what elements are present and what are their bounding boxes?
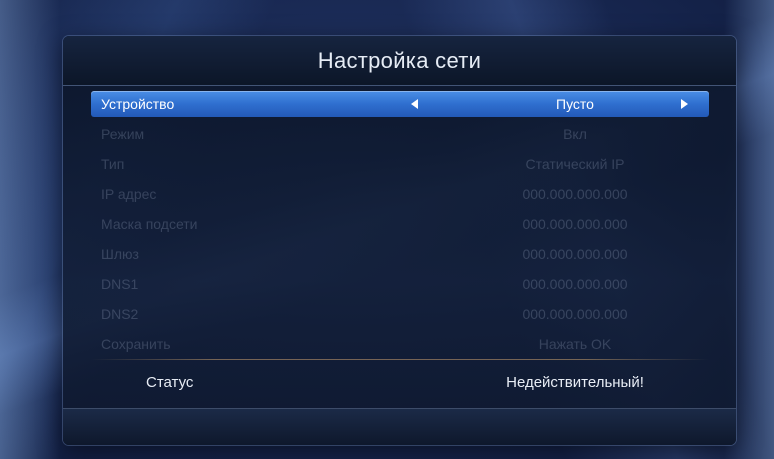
status-label: Статус xyxy=(146,374,194,391)
arrow-right-icon[interactable] xyxy=(681,99,688,109)
background-light-left xyxy=(0,0,60,459)
divider xyxy=(91,359,709,360)
setting-row-gateway[interactable]: Шлюз 000.000.000.000 xyxy=(91,241,709,267)
setting-value: 000.000.000.000 xyxy=(522,216,628,232)
setting-label: Режим xyxy=(101,126,145,142)
setting-row-mode[interactable]: Режим Вкл xyxy=(91,121,709,147)
status-value: Недействительный! xyxy=(506,374,644,391)
setting-row-dns1[interactable]: DNS1 000.000.000.000 xyxy=(91,271,709,297)
dialog-title: Настройка сети xyxy=(317,47,482,73)
setting-label: Шлюз xyxy=(101,246,139,262)
setting-value: 000.000.000.000 xyxy=(522,276,628,292)
setting-row-type[interactable]: Тип Статический IP xyxy=(91,151,709,177)
setting-value: Вкл xyxy=(563,126,587,142)
setting-row-ip-address[interactable]: IP адрес 000.000.000.000 xyxy=(91,181,709,207)
setting-row-subnet-mask[interactable]: Маска подсети 000.000.000.000 xyxy=(91,211,709,237)
dialog-bottom-bar xyxy=(63,408,736,445)
setting-value: Нажать OK xyxy=(538,336,612,352)
settings-list: Устройство Пусто Режим Вкл Тип Статическ… xyxy=(91,91,709,361)
setting-value: 000.000.000.000 xyxy=(522,306,628,322)
setting-value: Пусто xyxy=(556,96,594,112)
status-row: Статус Недействительный! xyxy=(91,370,709,396)
setting-label: Сохранить xyxy=(101,336,171,352)
network-settings-dialog: Настройка сети Устройство Пусто Режим Вк… xyxy=(63,36,736,445)
setting-row-save[interactable]: Сохранить Нажать OK xyxy=(91,331,709,357)
setting-label: Тип xyxy=(101,156,125,172)
setting-value: Статический IP xyxy=(525,156,625,172)
setting-label: DNS1 xyxy=(101,276,139,292)
arrow-left-icon[interactable] xyxy=(411,99,418,109)
setting-row-dns2[interactable]: DNS2 000.000.000.000 xyxy=(91,301,709,327)
setting-row-device[interactable]: Устройство Пусто xyxy=(91,91,709,117)
setting-value: 000.000.000.000 xyxy=(522,246,628,262)
setting-label: DNS2 xyxy=(101,306,139,322)
setting-label: IP адрес xyxy=(101,186,157,202)
dialog-title-bar: Настройка сети xyxy=(63,36,736,86)
setting-label: Устройство xyxy=(101,96,175,112)
setting-value: 000.000.000.000 xyxy=(522,186,628,202)
setting-label: Маска подсети xyxy=(101,216,198,232)
